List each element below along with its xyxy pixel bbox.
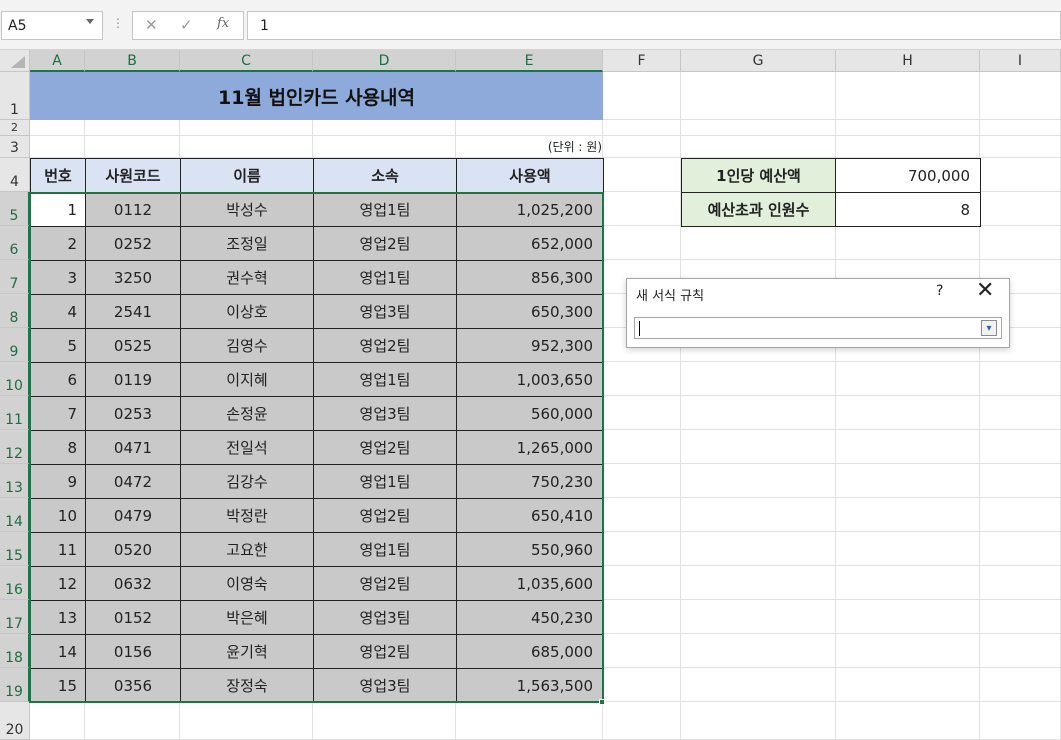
budget-per-person-label[interactable]: 1인당 예산액 — [681, 158, 836, 193]
row-header-5[interactable]: 5 — [0, 192, 30, 226]
column-header-e[interactable]: E — [456, 50, 603, 72]
column-header-i[interactable]: I — [980, 50, 1061, 72]
row-header-12[interactable]: 12 — [0, 430, 30, 464]
table-header-cell[interactable]: 소속 — [313, 158, 457, 193]
close-button[interactable]: ✕ — [976, 278, 994, 303]
row-header-11[interactable]: 11 — [0, 396, 30, 430]
column-header-d[interactable]: D — [313, 50, 456, 72]
row-header-10[interactable]: 10 — [0, 362, 30, 396]
dialog-title: 새 서식 규칙 — [636, 289, 705, 304]
range-reference-input[interactable]: ▾ — [634, 317, 1002, 339]
unit-note[interactable]: (단위 : 원) — [456, 136, 602, 158]
row-header-7[interactable]: 7 — [0, 260, 30, 294]
text-caret — [639, 321, 640, 336]
check-icon[interactable]: ✓ — [180, 16, 193, 34]
row-header-20[interactable]: 20 — [0, 702, 30, 740]
column-header-a[interactable]: A — [30, 50, 85, 72]
row-header-16[interactable]: 16 — [0, 566, 30, 600]
chevron-down-icon[interactable] — [86, 19, 94, 24]
formula-buttons: ✕ ✓ fx — [132, 11, 244, 40]
row-header-14[interactable]: 14 — [0, 498, 30, 532]
name-box[interactable]: A5 — [1, 11, 103, 40]
row-header-13[interactable]: 13 — [0, 464, 30, 498]
cancel-icon[interactable]: ✕ — [145, 16, 158, 34]
row-header-9[interactable]: 9 — [0, 328, 30, 362]
budget-per-person-value[interactable]: 700,000 — [835, 158, 981, 193]
row-header-15[interactable]: 15 — [0, 532, 30, 566]
over-budget-count-value[interactable]: 8 — [835, 192, 981, 227]
help-button[interactable]: ? — [936, 283, 943, 299]
fill-handle[interactable] — [599, 699, 605, 705]
table-header-cell[interactable]: 사용액 — [456, 158, 604, 193]
table-header-cell[interactable]: 번호 — [30, 158, 86, 193]
over-budget-count-label[interactable]: 예산초과 인원수 — [681, 192, 836, 227]
table-header-cell[interactable]: 이름 — [180, 158, 314, 193]
budget-summary-table: 1인당 예산액 700,000 예산초과 인원수 8 — [681, 158, 981, 227]
table-header-cell[interactable]: 사원코드 — [85, 158, 181, 193]
row-header-6[interactable]: 6 — [0, 226, 30, 260]
column-header-h[interactable]: H — [836, 50, 980, 72]
row-header-4[interactable]: 4 — [0, 158, 30, 192]
more-options-icon[interactable]: ⋮ — [112, 16, 124, 30]
selection-range — [29, 192, 604, 703]
row-header-18[interactable]: 18 — [0, 634, 30, 668]
row-header-8[interactable]: 8 — [0, 294, 30, 328]
row-header-1[interactable]: 1 — [0, 72, 30, 120]
row-header-17[interactable]: 17 — [0, 600, 30, 634]
formula-input[interactable]: 1 — [247, 11, 1061, 40]
insert-function-icon[interactable]: fx — [217, 16, 229, 31]
column-header-c[interactable]: C — [180, 50, 313, 72]
column-header-g[interactable]: G — [681, 50, 836, 72]
row-header-2[interactable]: 2 — [0, 120, 30, 136]
expand-dialog-icon[interactable]: ▾ — [981, 320, 997, 336]
sheet-title[interactable]: 11월 법인카드 사용내역 — [30, 72, 603, 120]
column-header-b[interactable]: B — [85, 50, 180, 72]
row-header-19[interactable]: 19 — [0, 668, 30, 702]
select-all-icon — [11, 56, 25, 68]
row-header-3[interactable]: 3 — [0, 136, 30, 158]
new-formatting-rule-dialog: 새 서식 규칙 ? ✕ ▾ — [626, 278, 1010, 348]
column-header-f[interactable]: F — [603, 50, 681, 72]
